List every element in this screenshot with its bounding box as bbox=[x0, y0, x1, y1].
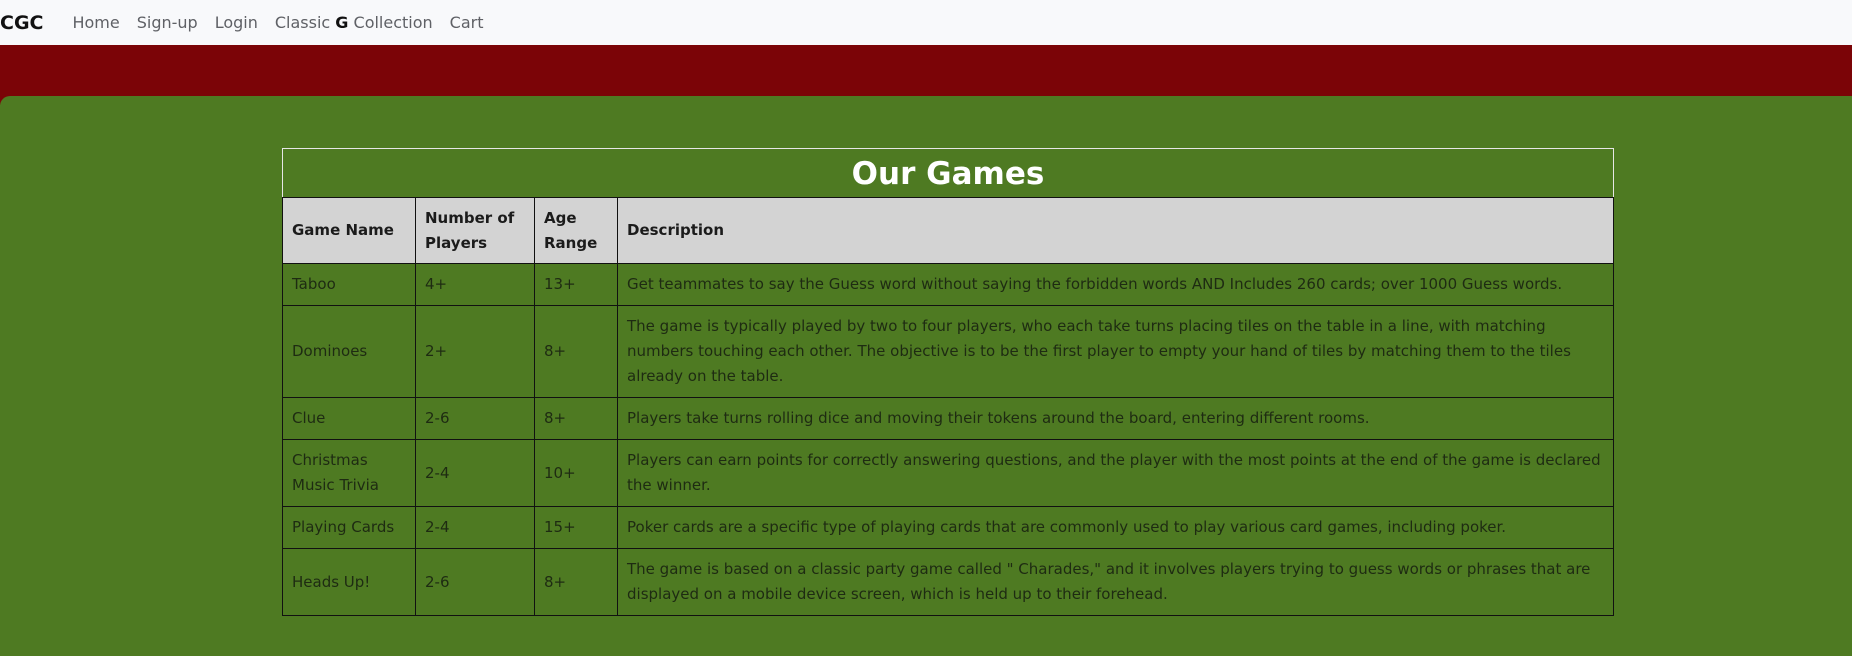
cell-players: 4+ bbox=[415, 263, 535, 306]
header-game-name: Game Name bbox=[282, 197, 416, 264]
table-title: Our Games bbox=[282, 148, 1614, 198]
cell-age: 10+ bbox=[534, 439, 618, 507]
brand-logo[interactable]: CGC bbox=[0, 12, 43, 34]
cell-description: Players can earn points for correctly an… bbox=[617, 439, 1614, 507]
nav-signup-link[interactable]: Sign-up bbox=[137, 13, 198, 32]
cell-players: 2-4 bbox=[415, 439, 535, 507]
nav-login-link[interactable]: Login bbox=[215, 13, 258, 32]
cell-description: The game is typically played by two to f… bbox=[617, 305, 1614, 398]
cell-players: 2-4 bbox=[415, 506, 535, 549]
nav-classic-collection-link[interactable]: Classic G Collection bbox=[275, 13, 433, 32]
cell-age: 8+ bbox=[534, 305, 618, 398]
cell-game-name: Heads Up! bbox=[282, 548, 416, 616]
games-table: Our Games Game Name Number of Players Ag… bbox=[282, 148, 1614, 616]
cell-players: 2+ bbox=[415, 305, 535, 398]
table-title-row: Our Games bbox=[282, 148, 1614, 198]
cell-game-name: Dominoes bbox=[282, 305, 416, 398]
header-age-range: Age Range bbox=[534, 197, 618, 264]
table-header-row: Game Name Number of Players Age Range De… bbox=[282, 197, 1614, 264]
table-row: Christmas Music Trivia 2-4 10+ Players c… bbox=[282, 439, 1614, 507]
cell-game-name: Clue bbox=[282, 397, 416, 440]
cell-description: Get teammates to say the Guess word with… bbox=[617, 263, 1614, 306]
table-row: Heads Up! 2-6 8+ The game is based on a … bbox=[282, 548, 1614, 616]
cell-age: 8+ bbox=[534, 397, 618, 440]
table-row: Taboo 4+ 13+ Get teammates to say the Gu… bbox=[282, 263, 1614, 306]
cell-description: Players take turns rolling dice and movi… bbox=[617, 397, 1614, 440]
navbar: CGC Home Sign-up Login Classic G Collect… bbox=[0, 0, 1852, 45]
cell-players: 2-6 bbox=[415, 548, 535, 616]
cell-game-name: Christmas Music Trivia bbox=[282, 439, 416, 507]
table-row: Dominoes 2+ 8+ The game is typically pla… bbox=[282, 305, 1614, 398]
classic-g: G bbox=[335, 13, 349, 32]
nav-cart-link[interactable]: Cart bbox=[450, 13, 484, 32]
cell-players: 2-6 bbox=[415, 397, 535, 440]
table-row: Playing Cards 2-4 15+ Poker cards are a … bbox=[282, 506, 1614, 549]
cell-game-name: Playing Cards bbox=[282, 506, 416, 549]
nav-home-link[interactable]: Home bbox=[72, 13, 119, 32]
header-description: Description bbox=[617, 197, 1614, 264]
table-row: Clue 2-6 8+ Players take turns rolling d… bbox=[282, 397, 1614, 440]
cell-age: 13+ bbox=[534, 263, 618, 306]
header-number-of-players: Number of Players bbox=[415, 197, 535, 264]
cell-age: 15+ bbox=[534, 506, 618, 549]
classic-prefix: Classic bbox=[274, 13, 336, 32]
cell-age: 8+ bbox=[534, 548, 618, 616]
cell-description: The game is based on a classic party gam… bbox=[617, 548, 1614, 616]
cell-description: Poker cards are a specific type of playi… bbox=[617, 506, 1614, 549]
classic-suffix: Collection bbox=[348, 13, 433, 32]
cell-game-name: Taboo bbox=[282, 263, 416, 306]
